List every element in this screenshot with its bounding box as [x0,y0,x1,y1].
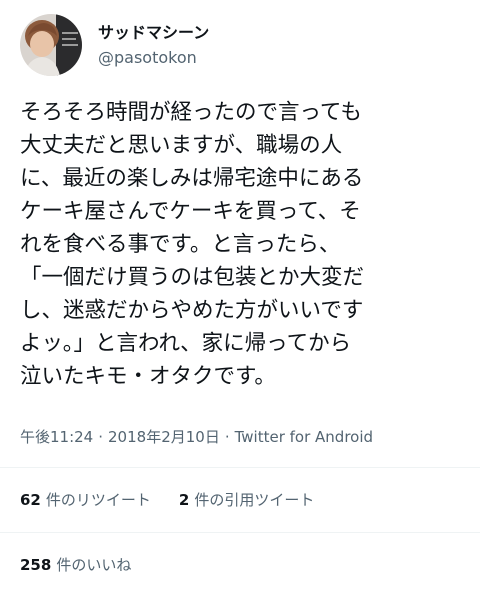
tweet-meta: 午後11:24 · 2018年2月10日 · Twitter for Android [20,427,373,447]
tweet-text: そろそろ時間が経ったので言っても 大丈夫だと思いますが、職場の人 に、最近の楽し… [20,96,468,393]
display-name[interactable]: サッドマシーン [98,22,209,44]
quotes-count: 2 [178,491,190,509]
tweet-text-line: れを食べる事です。と言ったら、 [20,232,341,257]
avatar-image [20,14,82,76]
tweet-text-line: そろそろ時間が経ったので言っても [20,100,362,125]
tweet-text-line: 「一個だけ買うのは包装とか大変だ [20,265,365,290]
likes-count: 258 [20,556,52,574]
tweet-source[interactable]: Twitter for Android [235,428,373,446]
tweet-text-line: 泣いたキモ・オタクです。 [20,364,276,389]
quotes-label: 件の引用ツイート [194,491,315,509]
tweet-text-line: に、最近の楽しみは帰宅途中にある [20,166,364,191]
retweets-stat[interactable]: 62 件のリツイート [20,490,151,510]
likes-stat[interactable]: 258 件のいいね [20,555,131,575]
likes-label: 件のいいね [56,556,132,574]
retweets-count: 62 [20,491,41,509]
meta-separator: · [98,428,104,446]
tweet-header: サッドマシーン @pasotokon [20,14,209,76]
meta-separator: · [224,428,230,446]
divider [0,467,480,468]
user-handle[interactable]: @pasotokon [98,47,209,69]
tweet-time[interactable]: 午後11:24 [20,428,93,446]
stats-row-likes: 258 件のいいね [20,555,159,575]
tweet-text-line: し、迷惑だからやめた方がいいです [20,298,364,323]
quotes-stat[interactable]: 2 件の引用ツイート [179,490,314,510]
tweet-text-line: よッ。」と言われ、家に帰ってから [20,331,352,356]
retweets-label: 件のリツイート [45,491,151,509]
avatar[interactable] [20,14,82,76]
tweet-date[interactable]: 2018年2月10日 [108,428,220,446]
tweet-text-line: ケーキ屋さんでケーキを買って、そ [20,199,361,224]
stats-row-retweets: 62 件のリツイート 2 件の引用ツイート [20,490,342,510]
tweet-text-line: 大丈夫だと思いますが、職場の人 [20,133,343,158]
divider [0,532,480,533]
